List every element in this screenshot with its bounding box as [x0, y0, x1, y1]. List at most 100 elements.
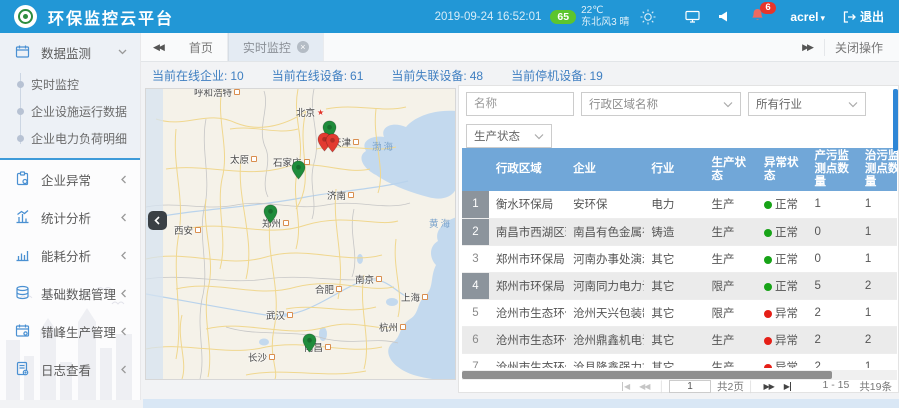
tabs-scroll-left-button[interactable]: ◀◀ — [141, 42, 175, 53]
status-dot-icon — [764, 229, 772, 237]
enterprise-pin-red[interactable] — [325, 133, 340, 156]
enterprise-pin-green[interactable] — [291, 160, 306, 183]
logout-icon — [843, 11, 856, 23]
map-panel[interactable]: 渤海黄海呼和浩特北京★天津太原石家庄济南西安郑州南京合肥上海武汉杭州南昌长沙 — [145, 88, 456, 380]
production-status-filter-select[interactable]: 生产状态 — [466, 124, 552, 148]
panel-vertical-scrollbar[interactable] — [893, 89, 898, 151]
table-row[interactable]: 5沧州市生态环保局沧州天兴包装制品其它限产异常213 — [462, 299, 897, 326]
weather-info: 22℃ 东北风3 晴 — [581, 5, 629, 29]
sidebar-subitem-2[interactable]: 企业电力负荷明细 — [0, 125, 140, 152]
tab-1[interactable]: 实时监控× — [228, 33, 324, 61]
city-label: 太原 — [230, 152, 257, 166]
page-number-input[interactable] — [669, 380, 711, 393]
table-row[interactable]: 6沧州市生态环保局沧州鼎鑫机电设备其它生产异常224 — [462, 326, 897, 353]
next-page-button[interactable]: ▶▶ — [763, 382, 773, 391]
pollution-points-cell: 5 — [807, 272, 857, 299]
table-row[interactable]: 4郑州市环保局河南同力电力设计院其它限产正常525 — [462, 272, 897, 299]
column-header-4[interactable]: 异常状态 — [757, 148, 807, 191]
speaker-icon[interactable] — [718, 11, 729, 22]
status-item-1: 当前在线设备:61 — [272, 67, 364, 85]
region-cell: 郑州市环保局 — [489, 245, 566, 272]
column-header-1[interactable]: 企业 — [566, 148, 644, 191]
sidebar-group: 基础数据管理 — [0, 274, 140, 312]
sidebar-item-label: 基础数据管理 — [41, 284, 116, 303]
tab-0[interactable]: 首页 — [175, 33, 228, 61]
column-header-2[interactable]: 行业 — [644, 148, 704, 191]
abnormal-status-cell: 正常 — [757, 245, 807, 272]
city-label: 上海 — [401, 290, 428, 304]
enterprise-pin-green[interactable] — [263, 204, 278, 227]
company-cell: 南昌有色金属有限公司 — [566, 218, 644, 245]
city-name: 北京 — [296, 105, 315, 119]
column-header-3[interactable]: 生产状态 — [704, 148, 757, 191]
status-text: 正常 — [775, 281, 798, 293]
status-dot-icon — [764, 310, 772, 318]
notifications-button[interactable]: 6 — [751, 8, 764, 25]
sidebar-group: 日志查看 — [0, 350, 140, 388]
status-item-3: 当前停机设备:19 — [511, 67, 603, 85]
city-label: 长沙 — [248, 350, 275, 364]
sidebar-item-label: 能耗分析 — [41, 246, 91, 265]
industry-filter-select[interactable]: 所有行业 — [748, 92, 866, 116]
tabs-scroll-right-button[interactable]: ▶▶ — [790, 42, 824, 53]
column-header-0[interactable]: 行政区域 — [489, 148, 566, 191]
sidebar-subitem-0[interactable]: 实时监控 — [0, 71, 140, 98]
sidebar-subitem-1[interactable]: 企业设施运行数据 — [0, 98, 140, 125]
production-status-cell: 生产 — [704, 245, 757, 272]
industry-cell: 电力 — [644, 191, 704, 218]
sidebar-item-6[interactable]: 日志查看 — [0, 350, 140, 388]
close-icon[interactable]: × — [297, 41, 309, 53]
city-name: 武汉 — [266, 308, 285, 322]
table-row[interactable]: 1衡水环保局安环保电力生产正常110 — [462, 191, 897, 218]
monitor-icon[interactable] — [685, 10, 700, 23]
table-row[interactable]: 3郑州市环保局河南办事处演示其它生产正常010 — [462, 245, 897, 272]
sidebar-item-4[interactable]: 基础数据管理 — [0, 274, 140, 312]
app-logo-icon — [14, 5, 37, 28]
sidebar-submenu: 实时监控企业设施运行数据企业电力负荷明细 — [0, 71, 140, 152]
column-header-6[interactable]: 治污监测点数量 — [858, 148, 897, 191]
table-row[interactable]: 7沧州市生态环保局沧县隆鑫强力加工其它生产异常210 — [462, 353, 897, 368]
chevron-left-icon — [121, 327, 127, 336]
enterprise-table: 行政区域企业行业生产状态异常状态产污监测点数量治污监测点数量监测点运行数量 1衡… — [462, 148, 897, 368]
notification-count-badge: 6 — [760, 2, 775, 14]
line-chart-icon — [15, 247, 31, 263]
logout-button[interactable]: 退出 — [843, 8, 884, 25]
city-name: 上海 — [401, 290, 420, 304]
sidebar-item-2[interactable]: 统计分析 — [0, 198, 140, 236]
region-filter-select[interactable]: 行政区域名称 — [581, 92, 741, 116]
filter-bar: 行政区域名称 所有行业 生产状态 — [466, 92, 888, 156]
sidebar-item-0[interactable]: 数据监测 — [0, 33, 140, 71]
close-operations-menu[interactable]: 关闭操作 — [824, 39, 899, 56]
sidebar-item-label: 错峰生产管理 — [41, 322, 116, 341]
last-page-button[interactable]: ▶ — [784, 382, 791, 391]
status-text: 正常 — [775, 227, 798, 239]
sidebar-item-1[interactable]: 企业异常 — [0, 160, 140, 198]
company-cell: 沧州天兴包装制品 — [566, 299, 644, 326]
production-status-cell: 生产 — [704, 326, 757, 353]
status-item-label: 当前在线企业: — [152, 69, 227, 83]
city-marker-icon — [353, 139, 359, 145]
column-header-5[interactable]: 产污监测点数量 — [807, 148, 857, 191]
company-cell: 安环保 — [566, 191, 644, 218]
prev-page-button[interactable]: ◀◀ — [639, 382, 649, 391]
sidebar: 数据监测实时监控企业设施运行数据企业电力负荷明细企业异常统计分析能耗分析基础数据… — [0, 33, 141, 400]
sidebar-item-label: 数据监测 — [41, 43, 91, 62]
city-marker-icon — [287, 312, 293, 318]
first-page-button[interactable]: ◀ — [622, 382, 629, 391]
map-collapse-button[interactable] — [148, 211, 167, 230]
status-text: 正常 — [775, 199, 798, 211]
table-row[interactable]: 2南昌市西湖区环保局南昌有色金属有限公司铸造生产正常010 — [462, 218, 897, 245]
user-menu[interactable]: acrel▾ — [790, 10, 825, 24]
treatment-points-cell: 1 — [858, 245, 897, 272]
chevron-left-icon — [121, 175, 127, 184]
row-number-cell: 1 — [462, 191, 489, 218]
enterprise-panel: 行政区域名称 所有行业 生产状态 — [458, 85, 899, 393]
sidebar-group: 数据监测实时监控企业设施运行数据企业电力负荷明细 — [0, 33, 140, 160]
enterprise-pin-green[interactable] — [302, 333, 317, 356]
industry-cell: 其它 — [644, 299, 704, 326]
sidebar-item-3[interactable]: 能耗分析 — [0, 236, 140, 274]
name-filter-input[interactable] — [466, 92, 574, 116]
sidebar-item-5[interactable]: 错峰生产管理 — [0, 312, 140, 350]
region-cell: 南昌市西湖区环保局 — [489, 218, 566, 245]
row-number-cell: 4 — [462, 272, 489, 299]
